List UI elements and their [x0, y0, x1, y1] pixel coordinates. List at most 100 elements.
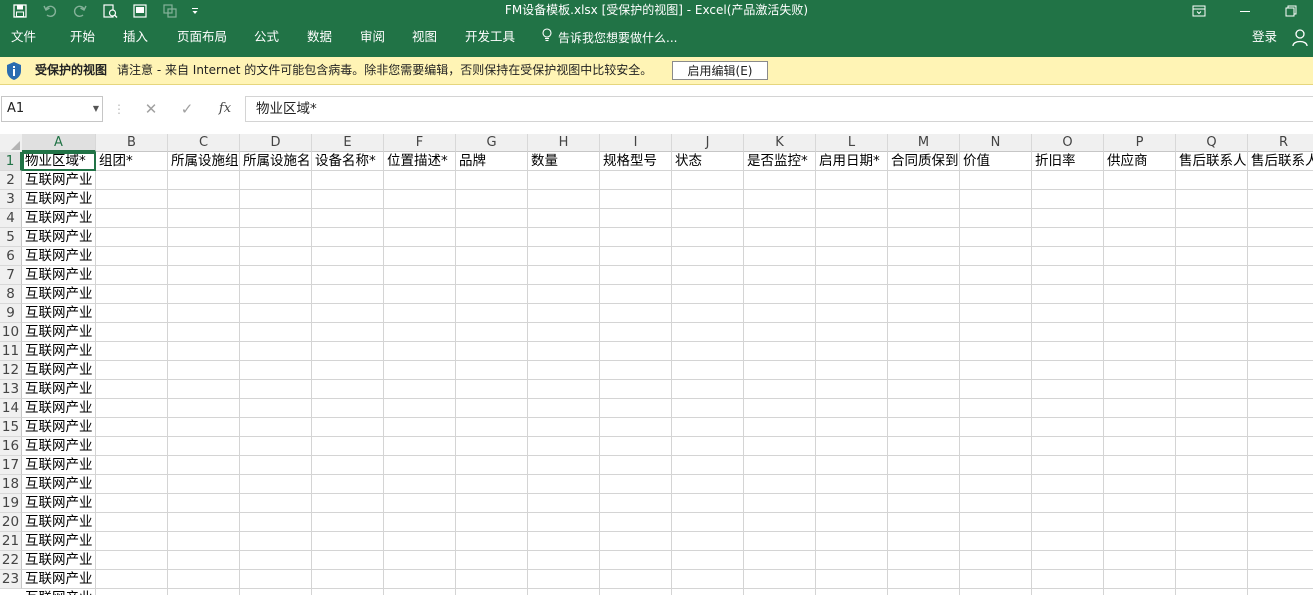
cell[interactable] [384, 342, 456, 361]
tab-home[interactable]: 开始 [70, 22, 95, 54]
cell[interactable] [528, 532, 600, 551]
cell[interactable] [816, 247, 888, 266]
cell[interactable] [312, 361, 384, 380]
cell[interactable] [528, 437, 600, 456]
cell[interactable] [744, 570, 816, 589]
cell[interactable] [888, 361, 960, 380]
cell[interactable] [240, 228, 312, 247]
cell[interactable] [960, 361, 1032, 380]
cell[interactable] [1248, 190, 1313, 209]
cell[interactable] [1032, 209, 1104, 228]
cell[interactable] [1104, 494, 1176, 513]
cell[interactable] [456, 361, 528, 380]
cell[interactable] [672, 399, 744, 418]
cell[interactable] [1104, 399, 1176, 418]
cell[interactable] [672, 494, 744, 513]
cell[interactable] [1176, 399, 1248, 418]
cell[interactable] [528, 513, 600, 532]
cell[interactable] [600, 342, 672, 361]
cell[interactable] [384, 247, 456, 266]
cell[interactable] [168, 342, 240, 361]
cell[interactable] [888, 475, 960, 494]
cell[interactable] [168, 209, 240, 228]
cell[interactable] [888, 266, 960, 285]
cell[interactable] [600, 589, 672, 595]
cell[interactable] [960, 551, 1032, 570]
cell[interactable] [744, 456, 816, 475]
cell[interactable] [1032, 323, 1104, 342]
cell[interactable] [888, 342, 960, 361]
cell[interactable] [456, 209, 528, 228]
cell[interactable] [888, 437, 960, 456]
cell[interactable] [744, 171, 816, 190]
cell[interactable] [528, 304, 600, 323]
name-box[interactable]: A1 ▼ [1, 96, 103, 122]
cell[interactable] [1032, 266, 1104, 285]
cell[interactable] [1104, 437, 1176, 456]
cell[interactable] [1104, 190, 1176, 209]
cell[interactable] [168, 323, 240, 342]
cell[interactable] [168, 228, 240, 247]
column-header-d[interactable]: D [240, 134, 312, 152]
cell[interactable]: 互联网产业 [22, 209, 96, 228]
cell[interactable] [312, 589, 384, 595]
header-cell[interactable]: 合同质保到 [888, 152, 960, 171]
cell[interactable]: 互联网产业 [22, 171, 96, 190]
cell[interactable] [96, 437, 168, 456]
cell[interactable] [816, 209, 888, 228]
cell[interactable] [168, 589, 240, 595]
column-header-j[interactable]: J [672, 134, 744, 152]
cell[interactable]: 互联网产业 [22, 247, 96, 266]
tab-insert[interactable]: 插入 [123, 22, 148, 54]
row-header[interactable]: 16 [0, 437, 22, 456]
cell[interactable] [1248, 456, 1313, 475]
cell[interactable] [240, 304, 312, 323]
cell[interactable] [168, 437, 240, 456]
cell[interactable] [456, 228, 528, 247]
cell[interactable] [888, 532, 960, 551]
cell[interactable] [96, 399, 168, 418]
cell[interactable] [1032, 228, 1104, 247]
cell[interactable] [96, 228, 168, 247]
cell[interactable] [888, 399, 960, 418]
cell[interactable] [1248, 266, 1313, 285]
cell[interactable] [528, 323, 600, 342]
cell[interactable] [600, 247, 672, 266]
cell[interactable] [1032, 171, 1104, 190]
cell[interactable]: 互联网产业 [22, 494, 96, 513]
cell[interactable] [384, 171, 456, 190]
cell[interactable] [744, 361, 816, 380]
cell[interactable] [672, 589, 744, 595]
cell[interactable] [816, 342, 888, 361]
cell[interactable] [384, 399, 456, 418]
cell[interactable] [888, 285, 960, 304]
column-header-q[interactable]: Q [1176, 134, 1248, 152]
cell[interactable] [1176, 228, 1248, 247]
cell[interactable] [96, 418, 168, 437]
cell[interactable] [312, 171, 384, 190]
cell[interactable] [240, 399, 312, 418]
cell[interactable] [960, 380, 1032, 399]
row-header[interactable]: 9 [0, 304, 22, 323]
cell[interactable] [1032, 380, 1104, 399]
cell[interactable] [744, 228, 816, 247]
cell[interactable] [240, 532, 312, 551]
row-header[interactable]: 7 [0, 266, 22, 285]
cell[interactable] [240, 209, 312, 228]
formula-bar-grip-icon[interactable]: ⋮ [113, 96, 125, 122]
cell[interactable] [672, 380, 744, 399]
cell[interactable] [1176, 342, 1248, 361]
cell[interactable] [456, 285, 528, 304]
cell[interactable] [600, 228, 672, 247]
cell[interactable]: 互联网产业 [22, 228, 96, 247]
cell[interactable] [1176, 513, 1248, 532]
cell[interactable] [672, 285, 744, 304]
cell[interactable] [888, 209, 960, 228]
cell[interactable]: 互联网产业 [22, 418, 96, 437]
cell[interactable] [1176, 570, 1248, 589]
cell[interactable] [960, 304, 1032, 323]
cell[interactable] [888, 589, 960, 595]
cell[interactable] [240, 494, 312, 513]
cell[interactable] [240, 323, 312, 342]
column-header-p[interactable]: P [1104, 134, 1176, 152]
